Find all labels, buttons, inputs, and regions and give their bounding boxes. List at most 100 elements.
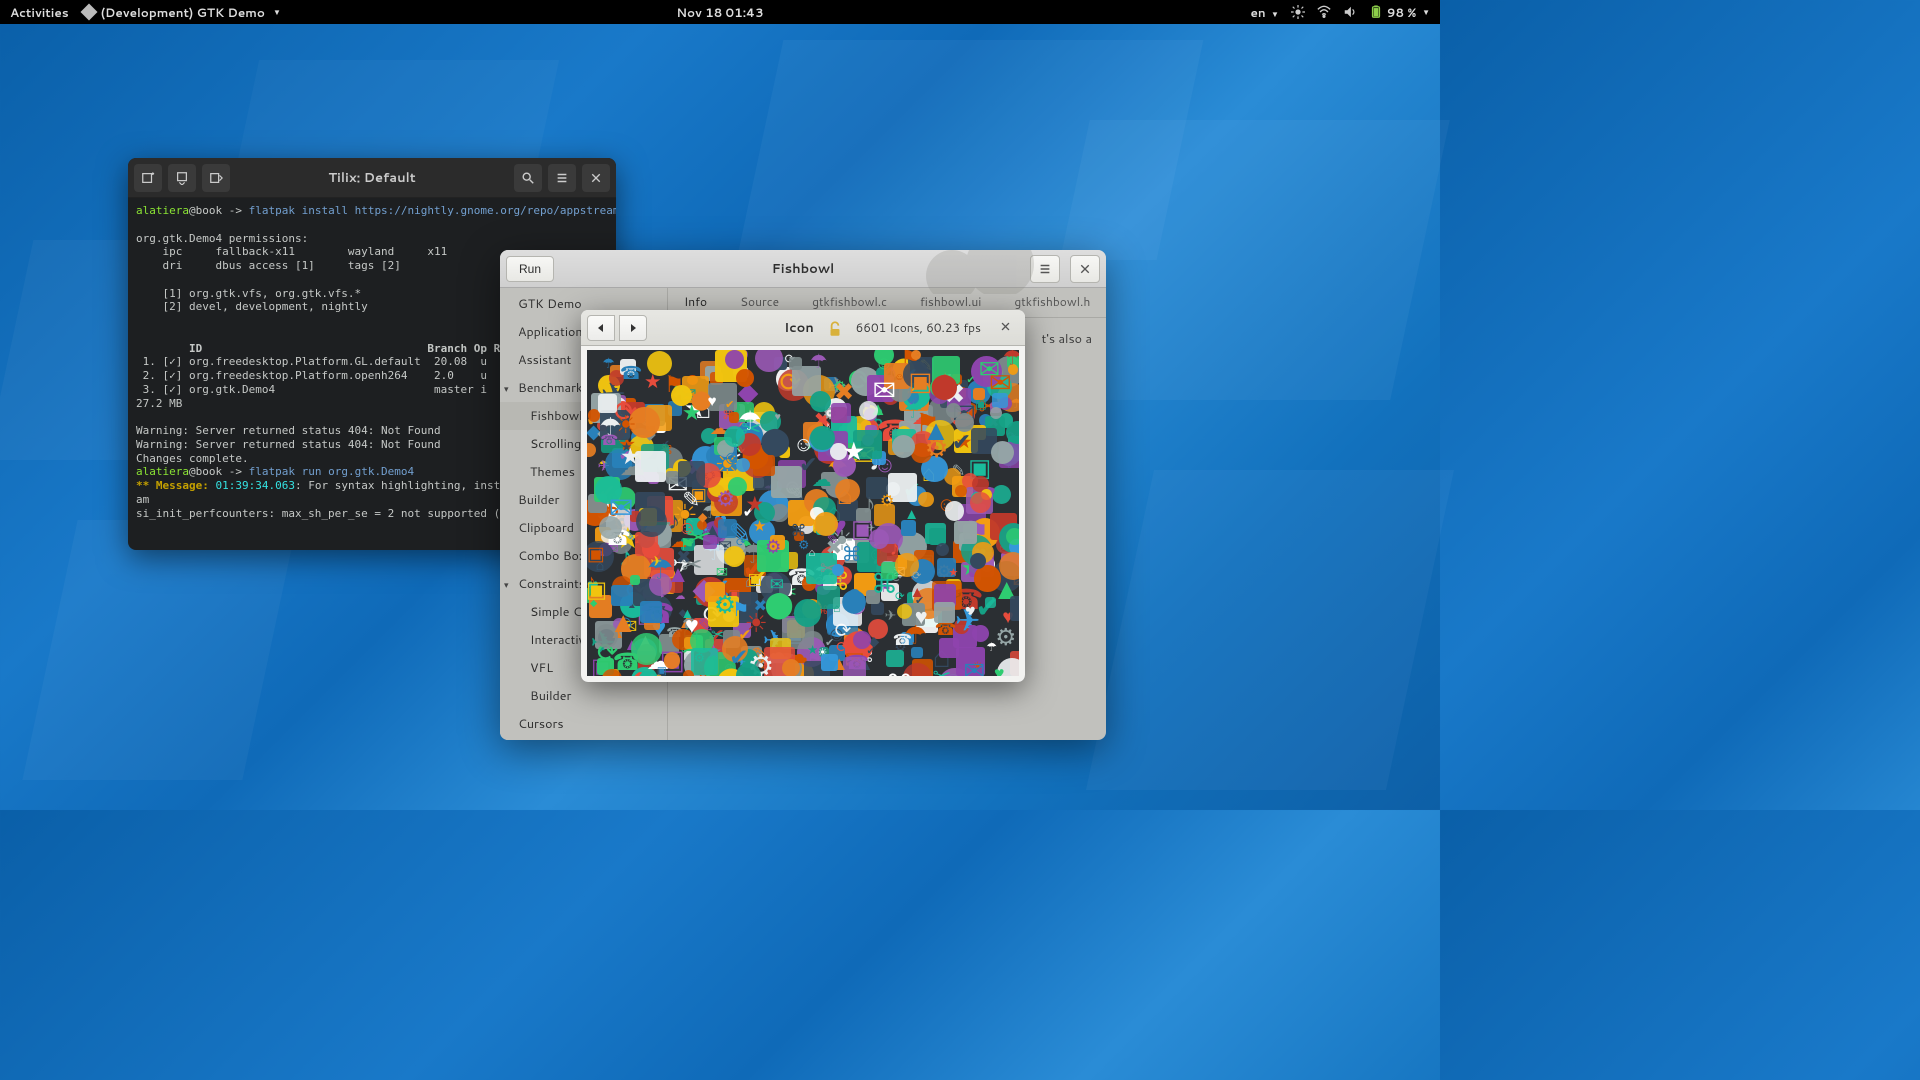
fishbowl-icon: ★ bbox=[744, 492, 766, 514]
lock-toggle-button[interactable] bbox=[826, 320, 844, 336]
fishbowl-icon bbox=[718, 519, 737, 538]
search-button[interactable] bbox=[514, 164, 542, 192]
sidebar-item-label: Cursors bbox=[518, 715, 564, 733]
fishbowl-icon: ☁ bbox=[811, 468, 832, 489]
brightness-icon[interactable] bbox=[1291, 5, 1305, 19]
fishbowl-icon: ☂ bbox=[601, 356, 616, 371]
sidebar-item-label: Themes bbox=[530, 463, 575, 481]
fishbowl-icon: ✔ bbox=[949, 429, 974, 454]
fishbowl-icon: ▲ bbox=[921, 415, 951, 445]
wifi-icon[interactable] bbox=[1317, 5, 1331, 19]
battery-percent-label: 98 % bbox=[1387, 4, 1416, 21]
chevron-down-icon: ▼ bbox=[1271, 8, 1279, 20]
fishbowl-window: Icon 6601 Icons, 60.23 fps ⬤⟳⚙☂✈⬤☂♪⚙♥✎♥⚑… bbox=[581, 310, 1025, 682]
fishbowl-icon: ☀ bbox=[828, 525, 857, 554]
add-tab-down-button[interactable] bbox=[168, 164, 196, 192]
activities-button[interactable]: Activities bbox=[10, 4, 69, 21]
fishbowl-icon: ✎ bbox=[680, 487, 703, 510]
new-terminal-button[interactable] bbox=[134, 164, 162, 192]
sidebar-item[interactable]: Dialogs bbox=[500, 738, 667, 740]
sidebar-item-label: Scrolling bbox=[530, 435, 581, 453]
fishbowl-icon bbox=[664, 652, 681, 669]
app-menu-label: (Development) GTK Demo bbox=[101, 4, 265, 21]
fishbowl-icon: ✖ bbox=[674, 546, 693, 565]
fishbowl-icon bbox=[992, 393, 1007, 408]
fishbowl-icon: ⟳ bbox=[834, 638, 850, 654]
sidebar-item[interactable]: Cursors bbox=[500, 710, 667, 738]
fishbowl-icon: ▲ bbox=[608, 607, 638, 637]
fishbowl-icon bbox=[602, 669, 622, 682]
run-button[interactable]: Run bbox=[506, 256, 554, 282]
volume-icon[interactable] bbox=[1343, 5, 1357, 19]
gtk-demo-headerbar[interactable]: Run Fishbowl bbox=[500, 250, 1106, 288]
fishbowl-icon: ☂ bbox=[1001, 346, 1024, 369]
sidebar-item[interactable]: Builder bbox=[500, 682, 667, 710]
fishbowl-icon: ☂ bbox=[985, 641, 998, 654]
chevron-down-icon: ▼ bbox=[1422, 6, 1430, 18]
fishbowl-icon: ▣ bbox=[586, 544, 606, 564]
fishbowl-icon: ✉ bbox=[976, 356, 1003, 383]
fishbowl-icon: ★ bbox=[642, 371, 663, 392]
fishbowl-icon: ▣ bbox=[907, 367, 934, 394]
wallpaper-decor bbox=[22, 520, 297, 780]
app-menu[interactable]: (Development) GTK Demo ▼ bbox=[83, 4, 281, 21]
add-tab-right-button[interactable] bbox=[202, 164, 230, 192]
fishbowl-icon bbox=[581, 443, 595, 457]
fishbowl-icon bbox=[985, 597, 996, 608]
keyboard-layout-indicator[interactable]: en ▼ bbox=[1251, 4, 1279, 21]
fishbowl-headerbar[interactable]: Icon 6601 Icons, 60.23 fps bbox=[581, 310, 1025, 346]
battery-indicator[interactable]: 98 % ▼ bbox=[1369, 4, 1430, 21]
wallpaper-decor bbox=[1086, 470, 1454, 790]
fishbowl-icon bbox=[703, 535, 717, 549]
fishbowl-icon bbox=[782, 659, 800, 677]
clock[interactable]: Nov 18 01:43 bbox=[676, 4, 763, 21]
prev-button[interactable] bbox=[587, 315, 615, 341]
fishbowl-icon: ⌘ bbox=[884, 670, 914, 682]
fishbowl-icon bbox=[789, 357, 802, 370]
sidebar-item-label: GTK Demo bbox=[518, 295, 582, 313]
next-button[interactable] bbox=[619, 315, 647, 341]
sidebar-item-label: Clipboard bbox=[518, 519, 574, 537]
app-icon bbox=[80, 4, 97, 21]
fishbowl-icon: ▲ bbox=[909, 583, 925, 599]
fishbowl-icon: ⚙ bbox=[714, 487, 736, 509]
fishbowl-icon: ♥ bbox=[910, 605, 933, 628]
fishbowl-icon: ★ bbox=[840, 438, 867, 465]
fishbowl-icon bbox=[736, 369, 754, 387]
sidebar-item-label: Builder bbox=[518, 491, 559, 509]
sidebar-item-label: VFL bbox=[530, 659, 553, 677]
fishbowl-icon: ⚑ bbox=[731, 599, 752, 620]
fishbowl-icon bbox=[691, 648, 718, 675]
fishbowl-icon: ★ bbox=[618, 444, 642, 468]
fishbowl-icon bbox=[892, 435, 915, 458]
chevron-down-icon: ▼ bbox=[273, 6, 281, 18]
fishbowl-icon: ♥ bbox=[772, 412, 783, 423]
fishbowl-icon bbox=[835, 479, 859, 503]
fishbowl-icon: ✉ bbox=[870, 375, 899, 404]
fishbowl-icon bbox=[683, 670, 694, 681]
sidebar-item-label: Benchmark bbox=[518, 379, 583, 397]
keyboard-layout-label: en bbox=[1251, 4, 1266, 21]
close-window-button[interactable] bbox=[582, 164, 610, 192]
fishbowl-icon bbox=[1006, 421, 1025, 444]
fishbowl-icon bbox=[753, 455, 775, 477]
fishbowl-icon: ✈ bbox=[883, 608, 898, 623]
hamburger-menu-button[interactable] bbox=[548, 164, 576, 192]
close-window-button[interactable] bbox=[1070, 255, 1100, 283]
tilix-titlebar[interactable]: Tilix: Default bbox=[128, 158, 616, 198]
sidebar-item-label: Builder bbox=[530, 687, 571, 705]
fishbowl-icon: ✔ bbox=[866, 646, 876, 656]
fishbowl-icon bbox=[1010, 596, 1025, 621]
fishbowl-icon: ⚙ bbox=[879, 493, 896, 510]
fishbowl-icon bbox=[832, 564, 844, 576]
fishbowl-icon bbox=[678, 461, 704, 487]
window-title: Fishbowl bbox=[772, 260, 834, 278]
fishbowl-icon: ▣ bbox=[585, 578, 609, 602]
fishbowl-icon bbox=[901, 520, 916, 535]
sidebar-item-label: Constraints bbox=[518, 575, 585, 593]
close-window-button[interactable] bbox=[991, 319, 1019, 337]
fishbowl-icon: ✉ bbox=[768, 575, 786, 593]
fishbowl-icon: ✈ bbox=[952, 603, 984, 635]
fishbowl-icon: ▣ bbox=[747, 570, 763, 586]
fishbowl-icon bbox=[955, 485, 967, 497]
